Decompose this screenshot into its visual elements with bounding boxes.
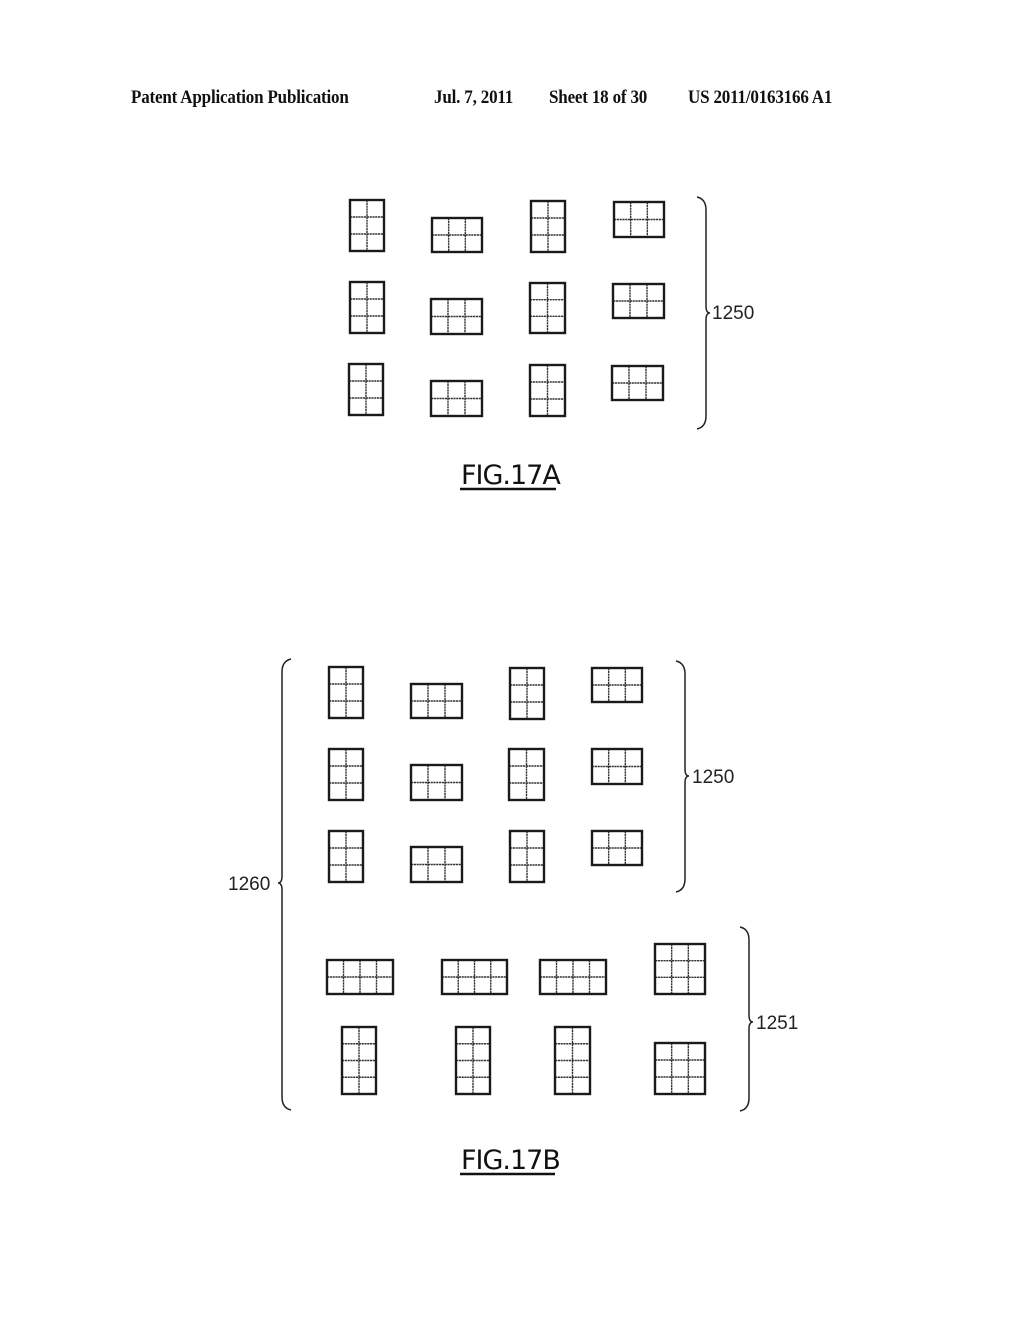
window-grid-3x2 — [409, 845, 464, 884]
window-grid-3x2 — [590, 666, 644, 704]
grid-group-1250 — [347, 198, 666, 418]
window-grid-3x2 — [590, 829, 644, 867]
window-grid-2x3 — [529, 199, 567, 254]
reference-label-1250: 1250 — [692, 767, 734, 788]
window-grid-3x2 — [429, 379, 484, 418]
window-grid-3x2 — [409, 682, 464, 720]
grid-group-1251 — [325, 942, 707, 1096]
window-grid-3x2 — [611, 282, 666, 320]
window-grid-4x2 — [538, 958, 608, 996]
grid-group-1250 — [327, 665, 644, 884]
window-grid-3x2 — [610, 364, 665, 402]
patent-drawing: 1250 FIG.17A 1260 1250 1251 FIG.17B — [228, 196, 798, 1176]
brace-1260 — [277, 658, 292, 1111]
figure-caption: FIG.17A — [461, 460, 561, 491]
window-grid-4x2 — [440, 958, 509, 996]
window-grid-2x3 — [348, 280, 386, 335]
figure-caption: FIG.17B — [461, 1145, 560, 1176]
reference-label-1250: 1250 — [712, 303, 754, 324]
window-grid-2x3 — [508, 666, 546, 721]
window-grid-3x2 — [409, 763, 464, 802]
window-grid-2x3 — [327, 829, 365, 884]
figure-17b: 1260 1250 1251 FIG.17B — [228, 658, 798, 1176]
grid-frame — [653, 1041, 707, 1096]
grid-frame — [653, 942, 707, 996]
window-grid-2x3 — [507, 747, 546, 802]
window-grid-3x3 — [653, 1041, 707, 1096]
window-grid-2x3 — [528, 363, 567, 418]
window-grid-2x3 — [347, 362, 385, 417]
brace-1250 — [696, 196, 711, 430]
figure-17a: 1250 FIG.17A — [347, 196, 754, 491]
window-grid-3x2 — [429, 297, 484, 336]
window-grid-3x2 — [590, 747, 644, 786]
window-grid-2x3 — [508, 829, 546, 884]
window-grid-2x4 — [340, 1025, 378, 1096]
window-grid-3x2 — [612, 200, 666, 239]
window-grid-2x4 — [454, 1025, 492, 1096]
window-grid-2x3 — [327, 665, 365, 720]
window-grid-2x3 — [327, 747, 365, 802]
brace-1250 — [675, 660, 690, 893]
window-grid-2x4 — [553, 1025, 592, 1096]
window-grid-3x3 — [653, 942, 707, 996]
window-grid-4x2 — [325, 958, 395, 996]
reference-label-1251: 1251 — [756, 1013, 798, 1034]
reference-label-1260: 1260 — [228, 874, 270, 895]
window-grid-3x2 — [430, 216, 484, 254]
window-grid-2x3 — [348, 198, 386, 253]
window-grid-2x3 — [528, 281, 567, 335]
brace-1251 — [739, 926, 754, 1112]
